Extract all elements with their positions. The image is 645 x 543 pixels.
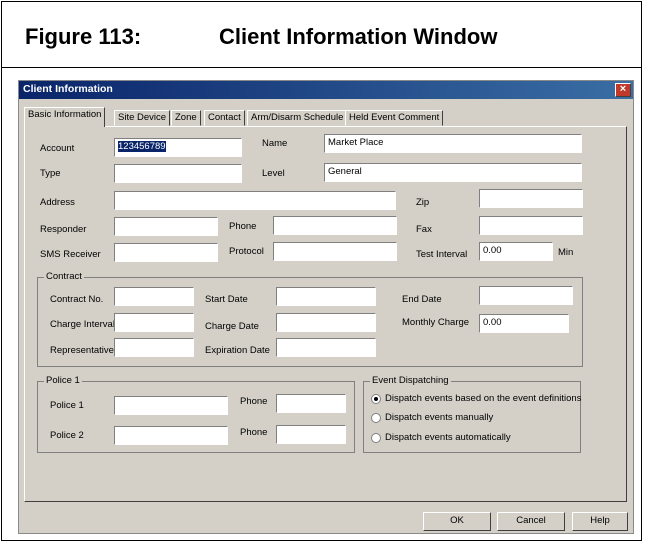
sms-receiver-field[interactable] — [114, 243, 218, 262]
end-date-label: End Date — [402, 294, 442, 305]
figure-title: Client Information Window — [219, 24, 498, 49]
police2-phone-label: Phone — [240, 427, 268, 438]
dispatch-manually-radio[interactable] — [371, 413, 381, 423]
charge-date-field[interactable] — [276, 313, 376, 332]
police2-field[interactable] — [114, 426, 228, 445]
protocol-label: Protocol — [229, 246, 264, 257]
figure-caption: Figure 113: Client Information Window — [1, 1, 642, 68]
monthly-charge-field[interactable]: 0.00 — [479, 314, 569, 333]
sms-receiver-label: SMS Receiver — [40, 249, 101, 260]
phone-field[interactable] — [273, 216, 397, 235]
window-title: Client Information — [23, 83, 113, 95]
address-field[interactable] — [114, 191, 396, 210]
contract-group-title: Contract — [44, 271, 84, 282]
fax-field[interactable] — [479, 216, 583, 235]
charge-date-label: Charge Date — [205, 321, 259, 332]
police1-label: Police 1 — [50, 400, 84, 411]
dispatch-definitions-label[interactable]: Dispatch events based on the event defin… — [385, 393, 581, 404]
representative-label: Representative — [50, 345, 114, 356]
cancel-button[interactable]: Cancel — [497, 512, 565, 531]
police2-label: Police 2 — [50, 430, 84, 441]
figure-number: Figure 113: — [25, 24, 142, 49]
police1-field[interactable] — [114, 396, 228, 415]
event-dispatching-group-title: Event Dispatching — [370, 375, 451, 386]
window-titlebar[interactable]: Client Information × — [19, 81, 633, 99]
close-button[interactable]: × — [615, 83, 631, 97]
police-group-title: Police 1 — [44, 375, 82, 386]
monthly-charge-label: Monthly Charge — [402, 317, 470, 328]
start-date-field[interactable] — [276, 287, 376, 306]
zip-label: Zip — [416, 197, 430, 208]
tab-site-device[interactable]: Site Device — [114, 110, 171, 126]
tab-arm-disarm-schedule[interactable]: Arm/Disarm Schedule — [247, 110, 348, 126]
tab-contact[interactable]: Contact — [204, 110, 245, 126]
zip-field[interactable] — [479, 189, 583, 208]
responder-label: Responder — [40, 224, 87, 235]
tab-basic-information[interactable]: Basic Information — [24, 107, 106, 127]
help-button[interactable]: Help — [572, 512, 628, 531]
protocol-field[interactable] — [273, 242, 397, 261]
level-field[interactable]: General — [324, 163, 582, 182]
dispatch-manually-label[interactable]: Dispatch events manually — [385, 412, 493, 423]
type-label: Type — [40, 168, 61, 179]
dispatch-automatically-label[interactable]: Dispatch events automatically — [385, 432, 511, 443]
address-label: Address — [40, 197, 75, 208]
account-label: Account — [40, 143, 75, 154]
client-information-window: Client Information × Basic Information S… — [18, 80, 634, 534]
tab-held-event-comment[interactable]: Held Event Comment — [345, 110, 444, 126]
test-interval-field[interactable]: 0.00 — [479, 242, 553, 261]
phone-label: Phone — [229, 221, 257, 232]
name-field[interactable]: Market Place — [324, 134, 582, 153]
expiration-date-field[interactable] — [276, 338, 376, 357]
ok-button[interactable]: OK — [423, 512, 491, 531]
charge-interval-label: Charge Interval — [50, 319, 115, 330]
type-field[interactable] — [114, 164, 242, 183]
test-interval-label: Test Interval — [416, 249, 468, 260]
representative-field[interactable] — [114, 338, 194, 357]
test-interval-unit: Min — [558, 247, 574, 258]
charge-interval-field[interactable] — [114, 313, 194, 332]
expiration-date-label: Expiration Date — [205, 345, 270, 356]
start-date-label: Start Date — [205, 294, 248, 305]
close-icon: × — [619, 83, 627, 95]
tab-zone[interactable]: Zone — [171, 110, 201, 126]
police2-phone-field[interactable] — [276, 425, 346, 444]
dispatch-automatically-radio[interactable] — [371, 433, 381, 443]
end-date-field[interactable] — [479, 286, 573, 305]
dispatch-definitions-radio[interactable] — [371, 394, 381, 404]
name-label: Name — [262, 138, 288, 149]
police1-phone-field[interactable] — [276, 394, 346, 413]
fax-label: Fax — [416, 224, 432, 235]
level-label: Level — [262, 168, 285, 179]
responder-field[interactable] — [114, 217, 218, 236]
police1-phone-label: Phone — [240, 396, 268, 407]
account-field[interactable]: 123456789 — [114, 138, 242, 157]
contract-no-label: Contract No. — [50, 294, 104, 305]
contract-no-field[interactable] — [114, 287, 194, 306]
